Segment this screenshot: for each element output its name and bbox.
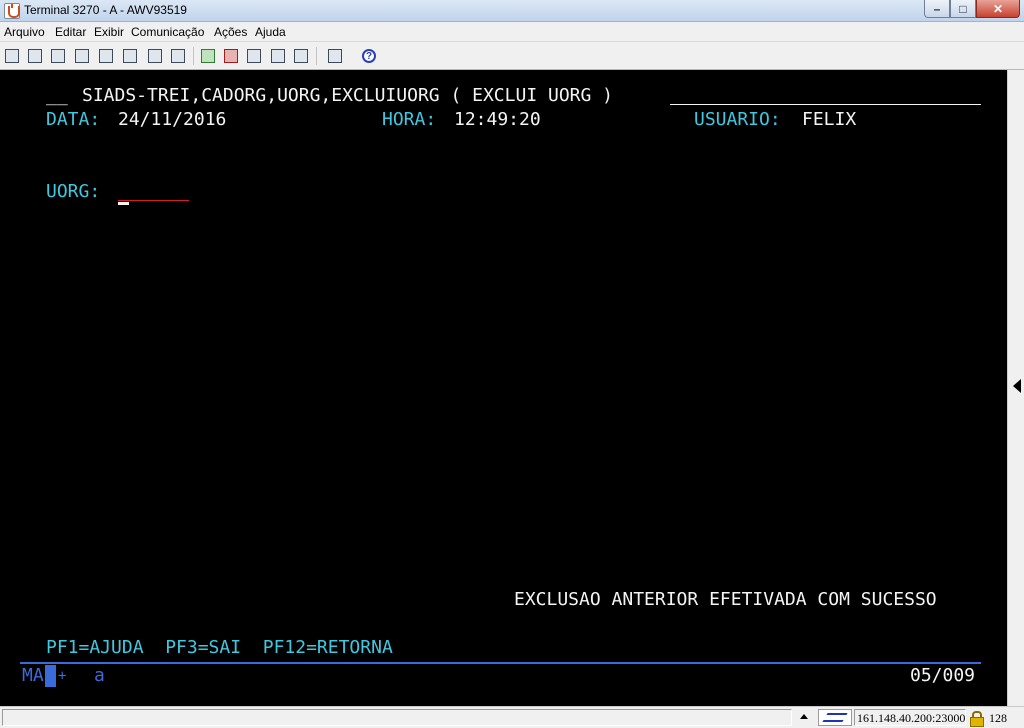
paste-icon[interactable] bbox=[98, 48, 114, 64]
transfer-icon[interactable] bbox=[50, 48, 66, 64]
play-macro-icon[interactable] bbox=[200, 48, 216, 64]
time-label: HORA: bbox=[382, 109, 437, 130]
host-address: 161.148.40.200:23000 bbox=[857, 711, 966, 725]
oia-separator bbox=[20, 662, 981, 664]
expand-panel-icon[interactable] bbox=[1013, 379, 1021, 393]
connection-icon bbox=[822, 713, 848, 722]
time-value: 12:49:20 bbox=[454, 109, 541, 130]
status-bar: 161.148.40.200:23000 128 bbox=[0, 706, 1024, 728]
help-icon[interactable]: ? bbox=[361, 48, 377, 64]
status-field bbox=[2, 709, 792, 726]
menu-bar: Arquivo Editar Exibir Comunicação Ações … bbox=[0, 22, 1024, 42]
toolbar: ? bbox=[0, 42, 1024, 70]
window-controls: – □ ✕ bbox=[924, 0, 1020, 20]
toolbar-separator bbox=[193, 47, 194, 65]
menu-arquivo[interactable]: Arquivo bbox=[4, 25, 45, 39]
copy-screen-icon[interactable] bbox=[4, 48, 20, 64]
pf-keys-legend: PF1=AJUDA PF3=SAI PF12=RETORNA bbox=[46, 637, 393, 658]
status-message: EXCLUSAO ANTERIOR EFETIVADA COM SUCESSO bbox=[514, 589, 937, 610]
side-panel[interactable] bbox=[1007, 70, 1024, 706]
text-cursor bbox=[118, 202, 129, 205]
toolbar-separator bbox=[316, 47, 317, 65]
minimize-button[interactable]: – bbox=[924, 0, 950, 18]
oia-plus: + bbox=[58, 668, 67, 684]
oia-cursor-block bbox=[45, 665, 56, 687]
menu-ajuda[interactable]: Ajuda bbox=[255, 25, 286, 39]
user-label: USUARIO: bbox=[694, 109, 781, 130]
pause-icon[interactable] bbox=[270, 48, 286, 64]
uorg-label: UORG: bbox=[46, 181, 101, 202]
maximize-button[interactable]: □ bbox=[950, 0, 976, 18]
clipboard-icon[interactable] bbox=[122, 48, 138, 64]
close-icon: ✕ bbox=[992, 2, 1004, 16]
terminal-screen[interactable]: __ SIADS-TREI,CADORG,UORG,EXCLUIUORG ( E… bbox=[0, 70, 1007, 706]
oia-session: MA bbox=[22, 665, 44, 686]
stop-macro-icon[interactable] bbox=[223, 48, 239, 64]
window-title: Terminal 3270 - A - AWV93519 bbox=[24, 3, 187, 17]
title-bar: Terminal 3270 - A - AWV93519 – □ ✕ bbox=[0, 0, 1024, 22]
send-icon[interactable] bbox=[293, 48, 309, 64]
keypad-icon[interactable] bbox=[170, 48, 186, 64]
settings-icon[interactable] bbox=[327, 48, 343, 64]
date-value: 24/11/2016 bbox=[118, 109, 227, 130]
screen-title: SIADS-TREI,CADORG,UORG,EXCLUIUORG ( EXCL… bbox=[82, 85, 614, 106]
lock-icon bbox=[970, 711, 984, 727]
minimize-icon: – bbox=[933, 2, 941, 16]
java-app-icon bbox=[4, 3, 20, 19]
menu-acoes[interactable]: Ações bbox=[214, 25, 247, 39]
record-icon[interactable] bbox=[246, 48, 262, 64]
oia-mode: a bbox=[94, 665, 105, 686]
close-button[interactable]: ✕ bbox=[976, 0, 1020, 18]
uorg-input-underline bbox=[118, 200, 189, 201]
maximize-icon: □ bbox=[959, 2, 967, 16]
menu-editar[interactable]: Editar bbox=[55, 25, 86, 39]
scroll-up-icon[interactable] bbox=[800, 714, 808, 719]
print-icon[interactable] bbox=[27, 48, 43, 64]
date-label: DATA: bbox=[46, 109, 101, 130]
header-underline bbox=[670, 104, 981, 105]
copy-icon[interactable] bbox=[74, 48, 90, 64]
menu-comunicacao[interactable]: Comunicação bbox=[131, 25, 204, 39]
menu-exibir[interactable]: Exibir bbox=[94, 25, 124, 39]
encryption-key-size: 128 bbox=[989, 711, 1007, 725]
header-prefix: __ bbox=[46, 85, 68, 106]
user-value: FELIX bbox=[802, 109, 857, 130]
macro-icon[interactable] bbox=[147, 48, 163, 64]
cursor-position: 05/009 bbox=[910, 665, 976, 686]
connection-status bbox=[818, 709, 852, 726]
